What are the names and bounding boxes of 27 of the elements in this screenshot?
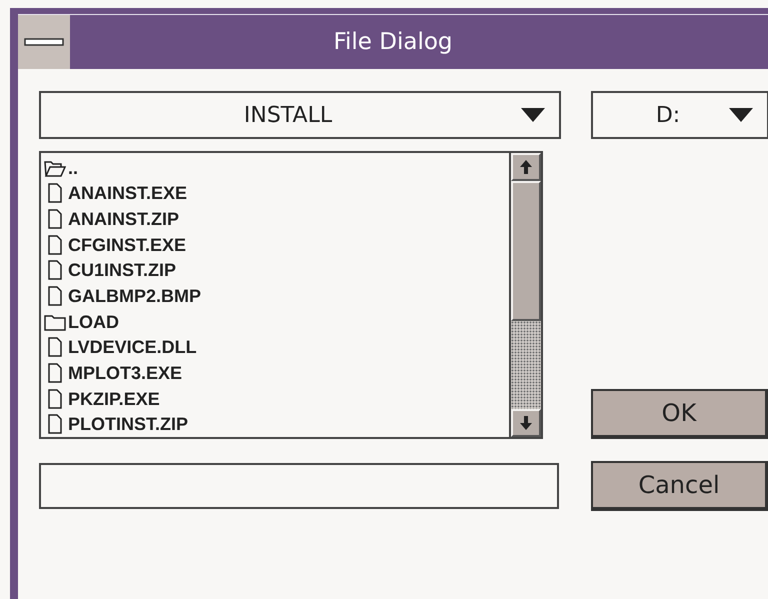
scrollbar[interactable] [509,153,541,437]
cancel-button[interactable]: Cancel [591,461,768,511]
file-list-item[interactable]: CU1INST.ZIP [44,258,509,284]
system-menu-button[interactable] [18,15,70,69]
down-arrow-icon [519,415,533,431]
dropdown-arrow-icon [729,108,753,122]
directory-dropdown[interactable]: INSTALL [39,91,561,139]
file-list-item[interactable]: ANAINST.EXE [44,180,509,206]
file-list-item[interactable]: .. [44,155,509,181]
file-list-item[interactable]: GALBMP2.BMP [44,283,509,309]
file-list-item[interactable]: CFGINST.EXE [44,232,509,258]
minus-icon [24,38,64,46]
filename-field[interactable] [39,463,559,509]
up-arrow-icon [519,159,533,175]
file-list-item[interactable]: LOAD [44,308,509,334]
file-list-item[interactable]: PKZIP.EXE [44,386,509,412]
file-list-item[interactable]: LVDEVICE.DLL [44,334,509,360]
dropdown-arrow-icon [521,108,545,122]
scroll-thumb[interactable] [511,181,541,321]
window-title: File Dialog [332,28,454,57]
scroll-down-button[interactable] [511,409,541,437]
ok-button[interactable]: OK [591,389,768,439]
file-list-item[interactable]: MPLOT3.EXE [44,360,509,386]
file-list-item[interactable]: ANAINST.ZIP [44,206,509,232]
drive-dropdown[interactable]: D: [591,91,768,139]
scroll-up-button[interactable] [511,153,541,181]
file-list-item[interactable]: PLOTINST.ZIP [44,411,509,438]
